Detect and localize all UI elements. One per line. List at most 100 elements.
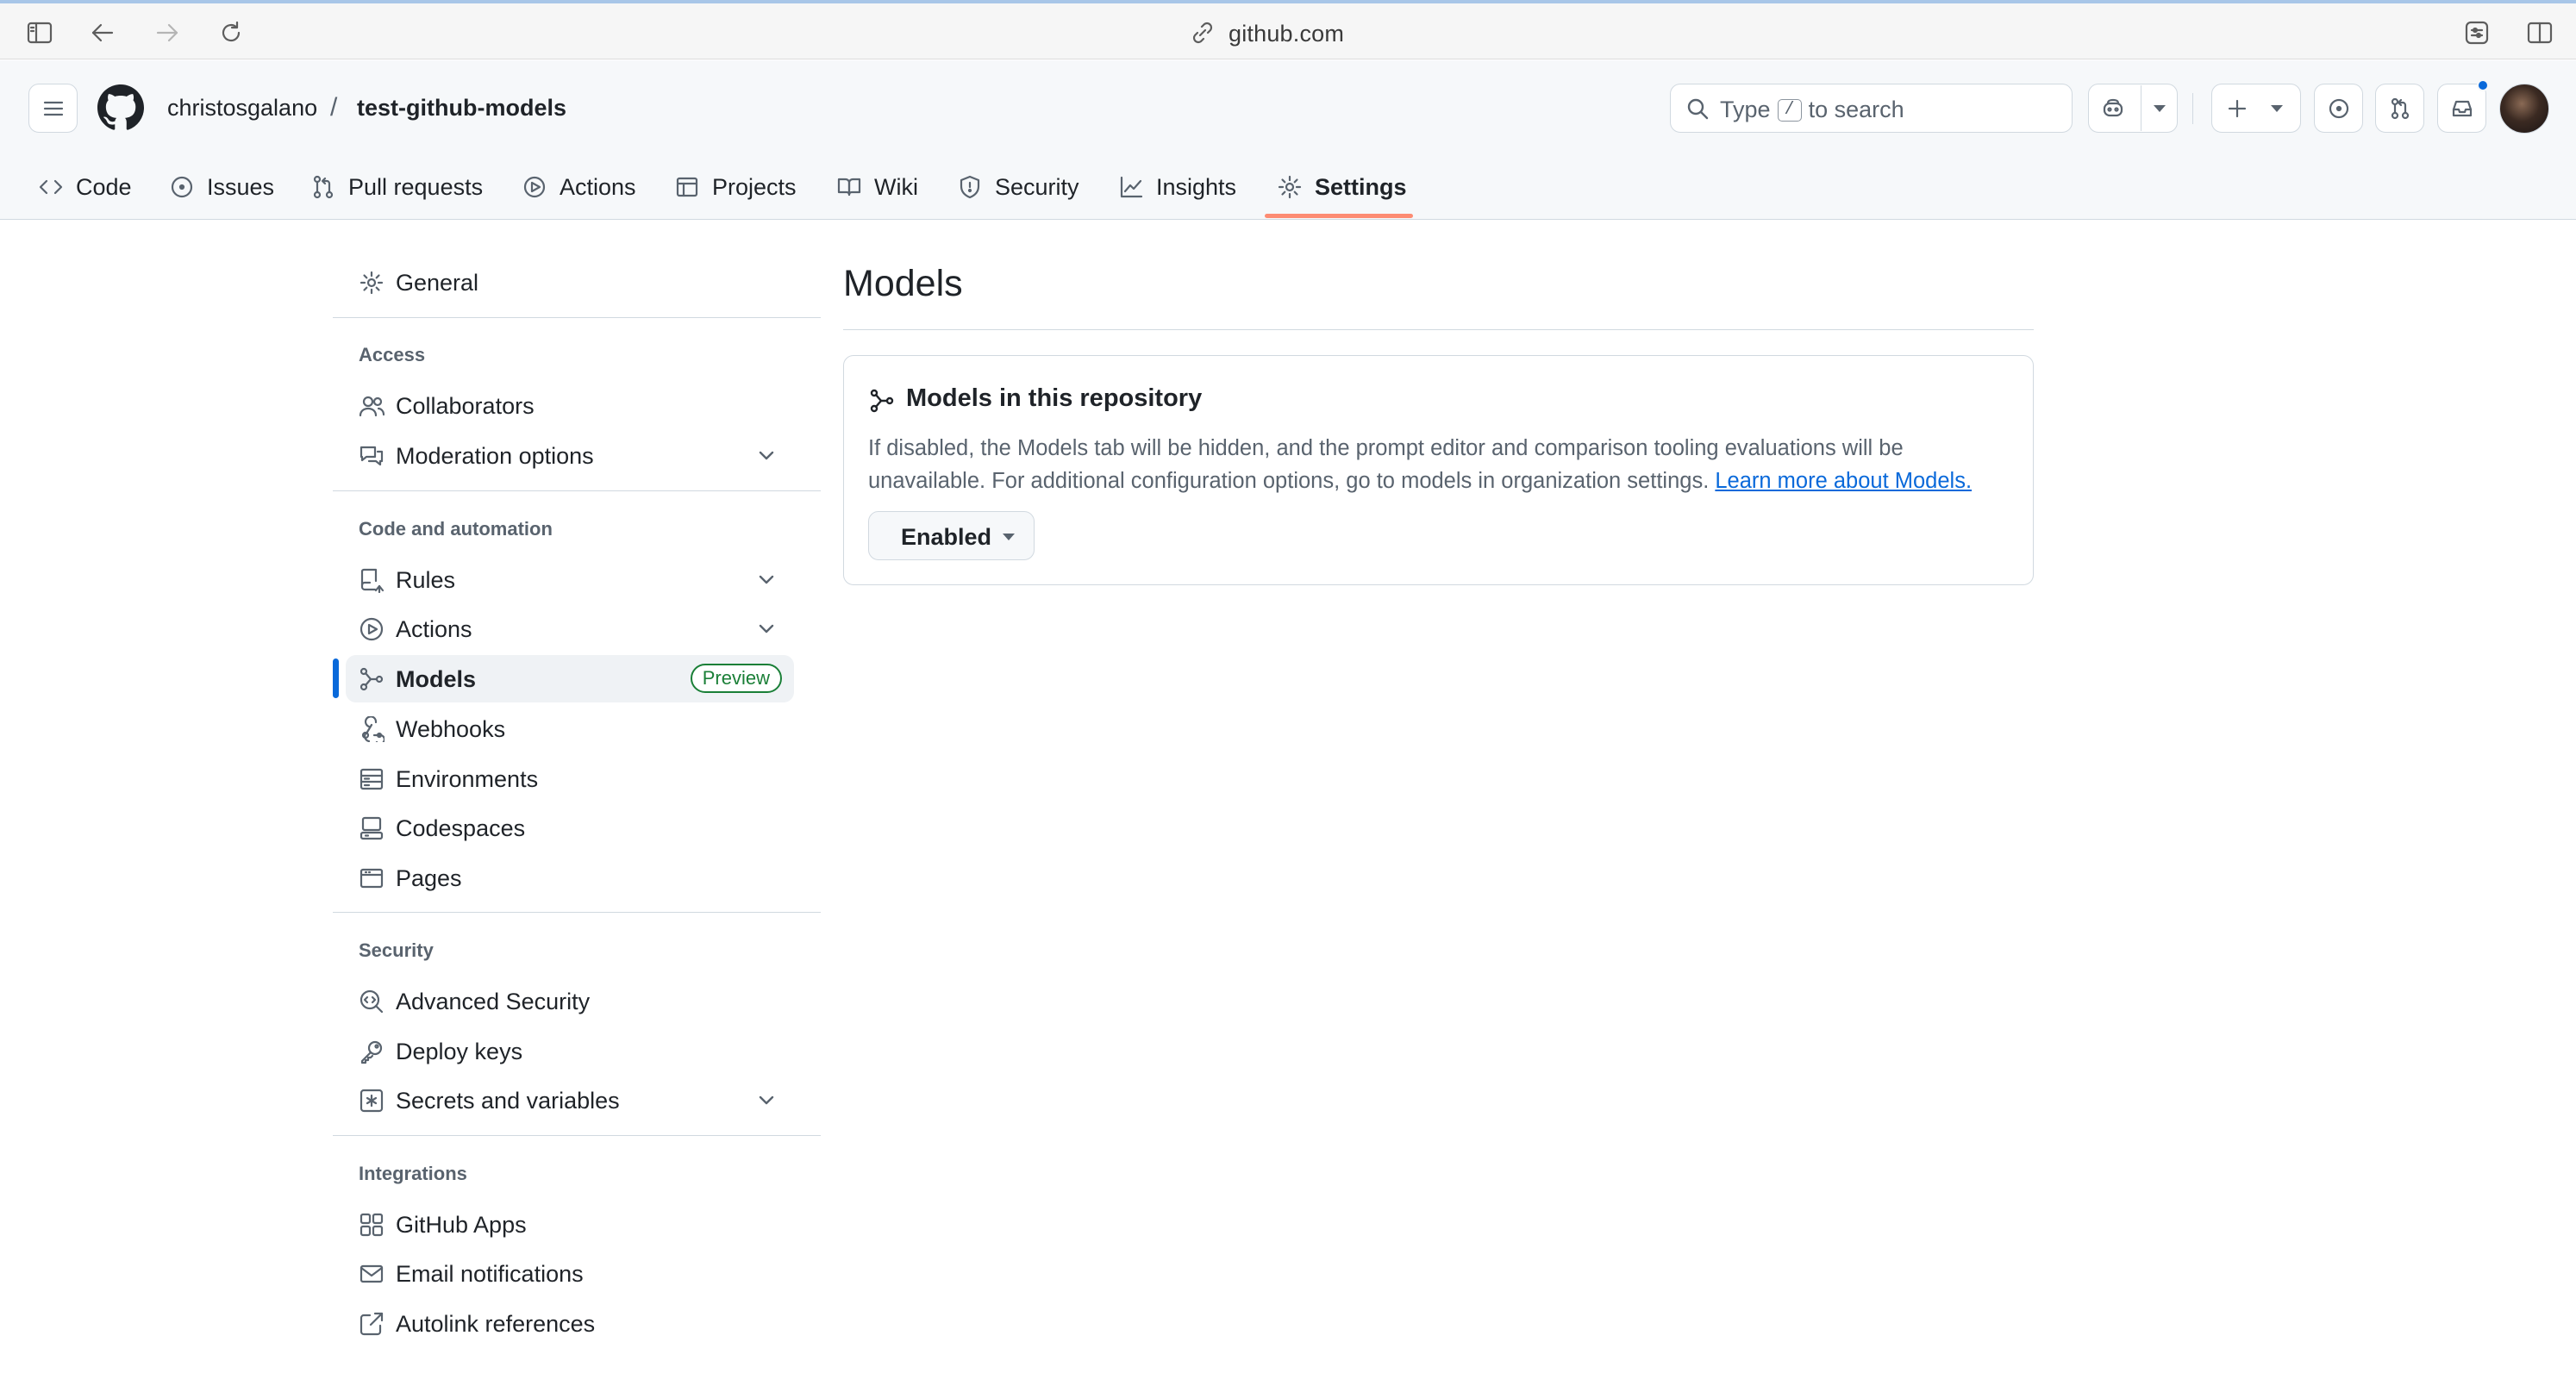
issues-button[interactable] (2314, 84, 2363, 133)
play-icon (359, 616, 385, 642)
repo-owner-link[interactable]: christosgalano (167, 95, 317, 122)
browser-toolbar: github.com (0, 0, 2576, 59)
tab-security[interactable]: Security (957, 161, 1079, 213)
sidebar-divider (333, 912, 821, 913)
codespaces-icon (359, 815, 385, 841)
issue-opened-icon (2329, 98, 2348, 118)
codescan-icon (359, 989, 385, 1014)
models-icon (359, 666, 385, 692)
plus-icon (2224, 96, 2250, 122)
forward-icon[interactable] (148, 14, 186, 52)
server-icon (359, 766, 385, 792)
sidebar-divider (333, 317, 821, 318)
tab-settings[interactable]: Settings (1277, 161, 1407, 213)
sidebar-item-rules[interactable]: Rules (346, 556, 794, 603)
sidebar-toggle-icon[interactable] (21, 14, 59, 52)
tab-issues[interactable]: Issues (169, 161, 274, 213)
sidebar-item-pages[interactable]: Pages (346, 854, 794, 902)
sidebar-item-environments[interactable]: Environments (346, 755, 794, 802)
sidebar-item-models[interactable]: Models Preview (346, 655, 794, 702)
play-icon (523, 176, 546, 198)
tab-code[interactable]: Code (38, 161, 132, 213)
code-icon (39, 179, 63, 195)
tab-pull-requests-label: Pull requests (348, 173, 484, 200)
issue-icon (171, 176, 193, 198)
webhook-icon (359, 716, 385, 742)
search-icon (1685, 97, 1711, 122)
sidebar-item-deploy-keys[interactable]: Deploy keys (346, 1027, 794, 1075)
sidebar-item-label: Webhooks (396, 716, 506, 742)
sidebar-item-moderation[interactable]: Moderation options (346, 432, 794, 479)
asterisk-icon (359, 1088, 385, 1114)
sidebar-item-webhooks[interactable]: Webhooks (346, 705, 794, 752)
sidebar-item-label: GitHub Apps (396, 1212, 527, 1238)
sidebar-item-label: Rules (396, 567, 456, 593)
repo-name-link[interactable]: test-github-models (357, 95, 566, 122)
sidebar-item-autolink[interactable]: Autolink references (346, 1300, 794, 1347)
address-bar[interactable]: github.com (1229, 21, 1344, 47)
people-icon (359, 393, 385, 419)
link-icon (1184, 14, 1222, 52)
chevron-down-icon[interactable] (754, 1089, 778, 1113)
apps-icon (359, 1212, 385, 1238)
sidebar-item-secrets[interactable]: Secrets and variables (346, 1077, 794, 1124)
tab-insights[interactable]: Insights (1118, 161, 1236, 213)
tab-pull-requests[interactable]: Pull requests (310, 161, 483, 213)
notification-dot (2477, 79, 2489, 91)
pull-request-icon (313, 175, 334, 199)
models-enabled-select[interactable]: Enabled (868, 511, 1035, 560)
sidebar-item-collaborators[interactable]: Collaborators (346, 382, 794, 429)
active-tab-indicator (1265, 214, 1413, 218)
tab-projects[interactable]: Projects (674, 161, 797, 213)
breadcrumb-separator: / (330, 93, 338, 122)
sidebar-item-label: Moderation options (396, 443, 594, 469)
sidebar-item-label: Codespaces (396, 815, 526, 841)
copilot-caret-icon[interactable] (2154, 105, 2166, 112)
repo-push-icon (359, 567, 385, 593)
search-suffix: to search (1808, 97, 1904, 122)
browser-icon (359, 865, 385, 891)
sidebar-item-advanced-security[interactable]: Advanced Security (346, 977, 794, 1025)
tab-wiki[interactable]: Wiki (836, 161, 918, 213)
inbox-icon (2452, 100, 2472, 116)
search-input[interactable]: Type / to search (1670, 84, 2073, 133)
tab-insights-label: Insights (1156, 173, 1237, 200)
github-logo-icon[interactable] (97, 84, 144, 131)
sidebar-item-label: Autolink references (396, 1311, 596, 1337)
chevron-down-icon[interactable] (754, 444, 778, 468)
hamburger-menu-button[interactable] (28, 84, 78, 133)
extension-icon[interactable] (2458, 14, 2496, 52)
avatar[interactable] (2499, 84, 2549, 134)
tab-overview-icon[interactable] (2521, 14, 2559, 52)
chevron-down-icon[interactable] (754, 617, 778, 641)
inbox-button[interactable] (2437, 79, 2489, 133)
sidebar-item-label: Pages (396, 865, 462, 891)
sidebar-item-actions[interactable]: Actions (346, 605, 794, 652)
learn-more-link[interactable]: Learn more about Models. (1715, 469, 1972, 493)
copilot-button[interactable] (2088, 84, 2178, 133)
create-caret-icon (2271, 105, 2283, 112)
search-shortcut-key: / (1777, 98, 1802, 122)
sidebar-item-label: General (396, 270, 479, 296)
tab-actions[interactable]: Actions (522, 161, 636, 213)
sidebar-item-label: Advanced Security (396, 989, 591, 1014)
sidebar-item-label: Models (396, 666, 477, 692)
tab-actions-label: Actions (560, 173, 636, 200)
sidebar-item-github-apps[interactable]: GitHub Apps (346, 1201, 794, 1248)
pull-requests-button[interactable] (2375, 84, 2424, 133)
title-divider (843, 329, 2034, 330)
tab-code-label: Code (76, 173, 132, 200)
reload-icon[interactable] (212, 14, 250, 52)
create-new-button[interactable] (2211, 84, 2301, 133)
back-icon[interactable] (84, 14, 122, 52)
sidebar-heading-integrations: Integrations (359, 1163, 467, 1184)
tab-settings-label: Settings (1315, 173, 1407, 200)
models-box-title: Models in this repository (906, 384, 1203, 412)
sidebar-item-general[interactable]: General (346, 259, 794, 306)
chevron-down-icon[interactable] (754, 568, 778, 592)
book-icon (837, 178, 861, 197)
triangle-down-icon (1003, 534, 1015, 540)
active-item-indicator (333, 658, 339, 698)
sidebar-item-email-notifications[interactable]: Email notifications (346, 1250, 794, 1297)
sidebar-item-codespaces[interactable]: Codespaces (346, 804, 794, 852)
